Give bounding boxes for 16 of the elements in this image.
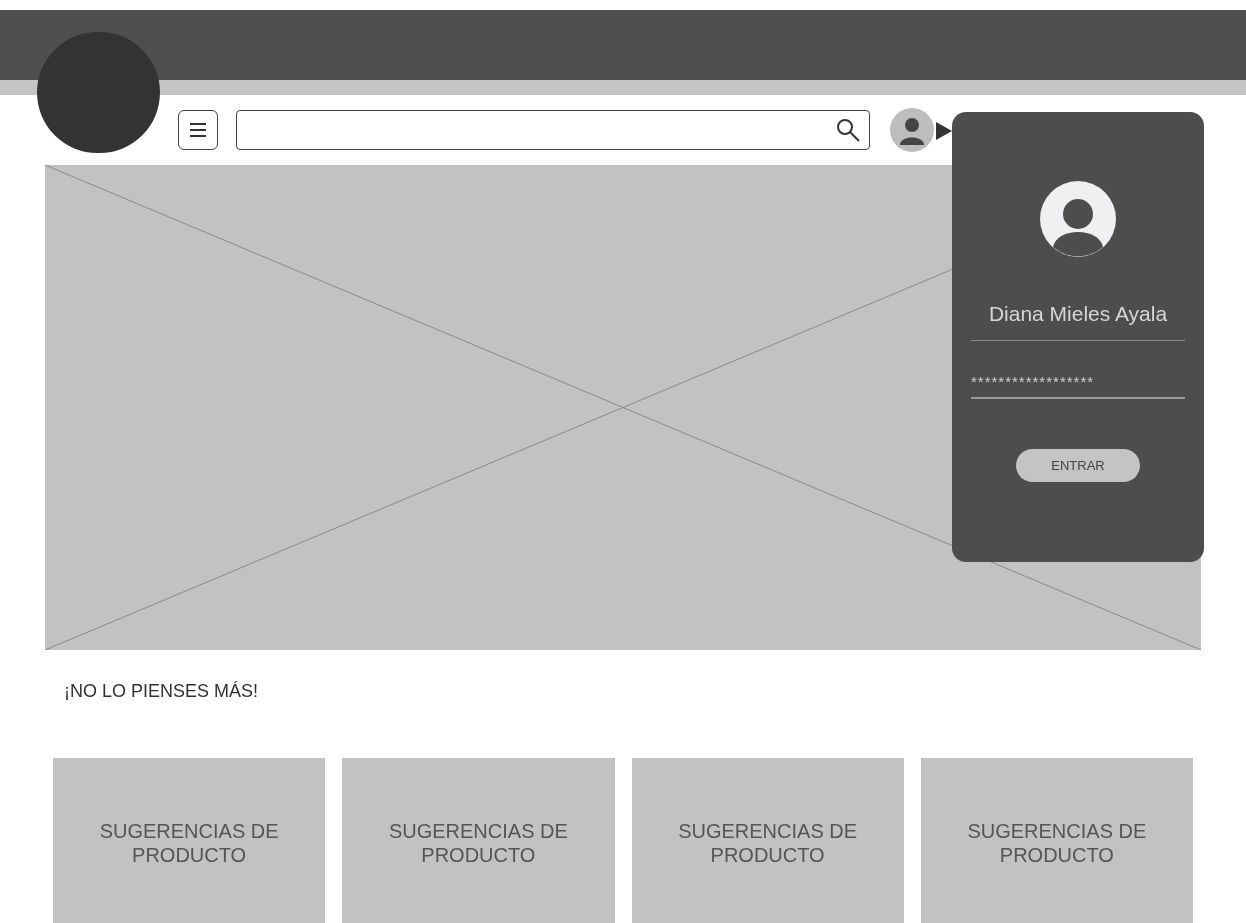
user-avatar-button[interactable]	[890, 108, 934, 152]
password-field[interactable]: ******************	[971, 370, 1185, 399]
popup-pointer	[936, 122, 952, 140]
username-field[interactable]: Diana Mieles Ayala	[971, 298, 1185, 341]
user-icon	[898, 115, 926, 145]
search-icon	[835, 117, 861, 143]
menu-button[interactable]	[178, 110, 218, 150]
login-button[interactable]: ENTRAR	[1016, 449, 1140, 482]
product-card[interactable]: SUGERENCIAS DE PRODUCTO	[631, 758, 904, 923]
search-field[interactable]	[236, 110, 870, 150]
product-card[interactable]: SUGERENCIAS DE PRODUCTO	[53, 758, 326, 923]
product-card[interactable]: SUGERENCIAS DE PRODUCTO	[342, 758, 615, 923]
product-card[interactable]: SUGERENCIAS DE PRODUCTO	[920, 758, 1193, 923]
user-icon	[1039, 180, 1117, 258]
menu-icon	[188, 121, 208, 139]
section-title: ¡NO LO PIENSES MÁS!	[64, 680, 260, 703]
